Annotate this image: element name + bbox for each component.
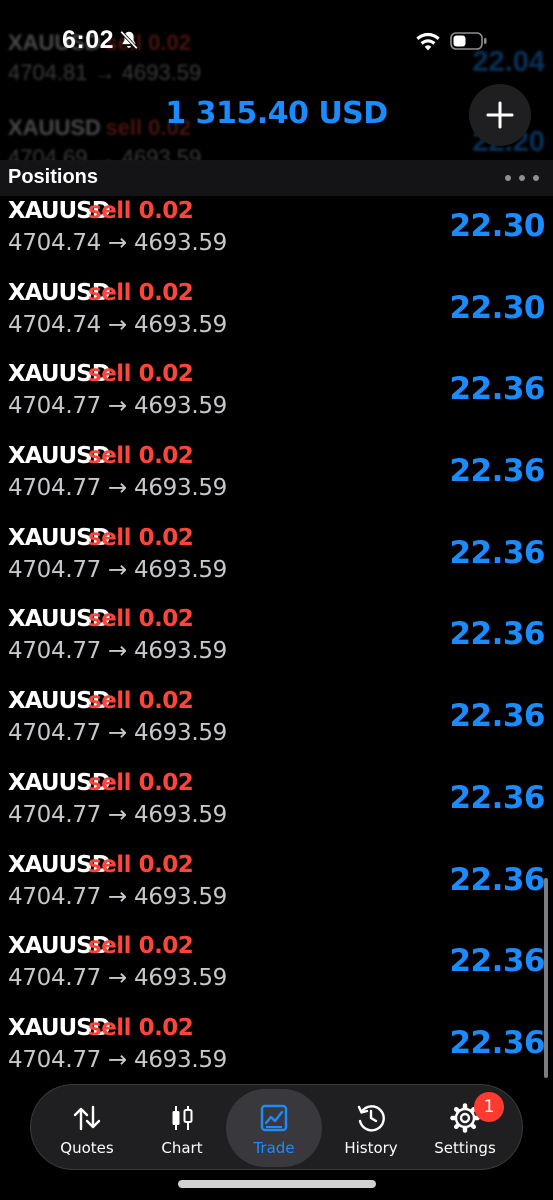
candlestick-chart-icon [172,1106,193,1130]
position-row[interactable]: XAUUSD sell 0.02 4704.77 → 4693.59 22.36 [0,441,553,523]
position-prices: 4704.77 → 4693.59 [8,556,228,583]
position-row[interactable]: XAUUSD sell 0.02 4704.77 → 4693.59 22.36 [0,359,553,441]
tab-label: Chart [161,1139,203,1157]
position-profit: 22.36 [449,698,545,735]
position-side-volume: sell 0.02 [88,524,194,551]
position-row[interactable]: XAUUSD sell 0.02 4704.77 → 4693.59 22.36 [0,523,553,605]
dot [505,175,511,181]
position-prices: 4704.77 → 4693.59 [8,801,228,828]
position-side-volume: sell 0.02 [88,606,194,633]
position-side-volume: sell 0.02 [88,279,194,306]
position-profit: 22.36 [449,371,545,408]
position-prices: 4704.77 → 4693.59 [8,475,228,502]
settings-notification-badge: 1 [474,1092,504,1122]
section-title: Positions [8,166,99,188]
position-prices: 4704.77 → 4693.59 [8,1046,228,1073]
position-prices: 4704.77 → 4693.59 [8,638,228,665]
position-profit: 22.36 [449,779,545,816]
position-profit: 22.30 [449,208,545,244]
tab-label: Quotes [60,1139,114,1157]
scrollbar[interactable] [544,878,548,1078]
trade-chart-icon [260,1104,288,1132]
position-side-volume: sell 0.02 [88,933,194,960]
positions-header: Positions [0,160,553,196]
tab-label: Trade [253,1139,295,1157]
history-clock-icon [357,1105,385,1132]
position-side-volume: sell 0.02 [88,443,194,470]
position-prices: 4704.77 → 4693.59 [8,720,228,747]
position-profit: 22.36 [449,616,545,653]
position-prices: 4704.74 → 4693.59 [8,230,228,256]
dot [519,175,525,181]
position-side-volume: sell 0.02 [88,1014,194,1041]
tab-label: Settings [434,1139,496,1157]
wifi-icon [416,32,440,51]
dot [533,175,539,181]
more-options-button[interactable] [505,169,539,187]
position-prices: 4704.74 → 4693.59 [8,311,228,338]
tab-quotes[interactable]: Quotes [39,1085,135,1171]
tab-chart[interactable]: Chart [134,1085,230,1171]
tab-history[interactable]: History [323,1085,419,1171]
position-side-volume: sell 0.02 [88,361,194,388]
tab-label: History [344,1139,398,1157]
position-prices: 4704.77 → 4693.59 [8,883,228,910]
quotes-arrows-icon [73,1105,101,1131]
position-side-volume: sell 0.02 [88,769,194,796]
position-profit: 22.36 [449,861,545,898]
position-row[interactable]: XAUUSD sell 0.02 4704.74 → 4693.59 22.30 [0,196,553,278]
position-row[interactable]: XAUUSD sell 0.02 4704.77 → 4693.59 22.36 [0,850,553,932]
bell-slash-icon [120,30,138,50]
position-profit: 22.36 [449,943,545,980]
new-order-button[interactable] [469,84,531,146]
position-side-volume: sell 0.02 [88,198,194,224]
position-row[interactable]: XAUUSD sell 0.02 4704.77 → 4693.59 22.36 [0,604,553,686]
tab-bar: Quotes Chart Trade History Settings [30,1084,523,1170]
tab-trade[interactable]: Trade [226,1089,322,1167]
position-profit: 22.36 [449,1024,545,1061]
position-row[interactable]: XAUUSD sell 0.02 4704.77 → 4693.59 22.36 [0,686,553,768]
position-side-volume: sell 0.02 [88,851,194,878]
position-row[interactable]: XAUUSD sell 0.02 4704.77 → 4693.59 22.36 [0,931,553,1013]
status-time: 6:02 [62,26,115,54]
positions-list: XAUUSD sell 0.02 4704.74 → 4693.59 22.30… [0,196,553,1095]
plus-icon [486,101,514,129]
position-prices: 4704.77 → 4693.59 [8,393,228,420]
status-bar: 6:02 [0,0,553,80]
home-indicator[interactable] [178,1180,376,1188]
position-side-volume: sell 0.02 [88,688,194,715]
position-prices: 4704.77 → 4693.59 [8,965,228,992]
position-profit: 22.30 [449,289,545,326]
position-row[interactable]: XAUUSD sell 0.02 4704.74 → 4693.59 22.30 [0,278,553,360]
position-profit: 22.36 [449,534,545,571]
position-row[interactable]: XAUUSD sell 0.02 4704.77 → 4693.59 22.36 [0,768,553,850]
position-row[interactable]: XAUUSD sell 0.02 4704.77 → 4693.59 22.36 [0,1013,553,1095]
battery-icon [450,32,487,50]
position-profit: 22.36 [449,453,545,490]
